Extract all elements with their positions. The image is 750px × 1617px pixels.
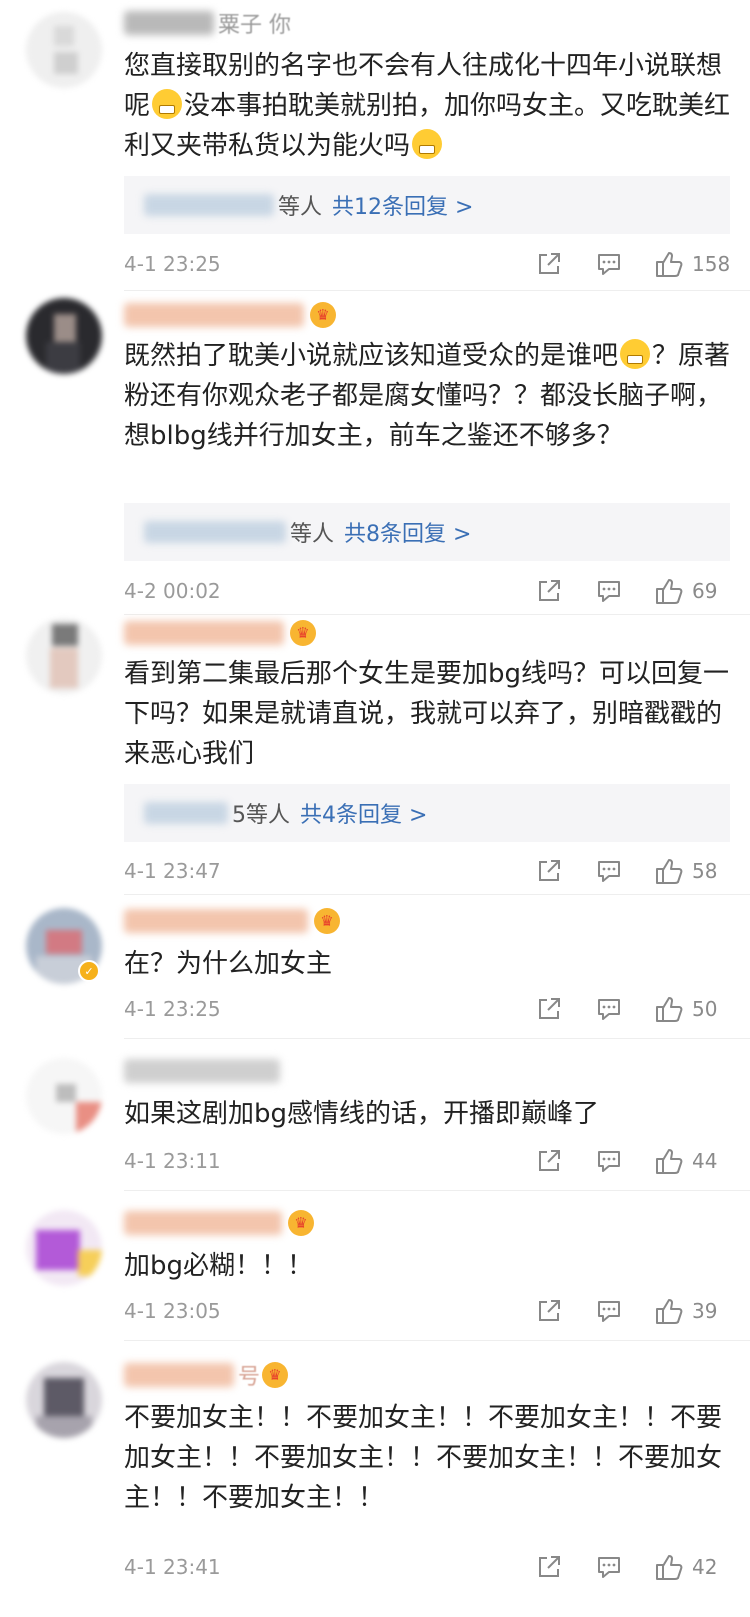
like-count: 44 [692, 1149, 718, 1173]
username[interactable]: ♛ [124, 1208, 314, 1238]
crown-badge-icon: ♛ [314, 908, 340, 934]
reply-authors: 等人 [290, 522, 335, 547]
comment-meta: 4-1 23:41 42 [124, 1550, 732, 1584]
thumbs-up-icon[interactable] [652, 992, 686, 1026]
comment-icon[interactable] [592, 1144, 626, 1178]
divider [124, 290, 750, 291]
username[interactable]: 号 ♛ [124, 1360, 289, 1390]
share-icon[interactable] [532, 1294, 566, 1328]
like-count: 158 [692, 252, 731, 276]
comment-icon[interactable] [592, 247, 626, 281]
timestamp: 4-1 23:05 [124, 1299, 221, 1323]
comment-meta: 4-2 00:02 69 [124, 574, 732, 608]
grin-emoji-icon [620, 339, 651, 369]
crown-badge-icon: ♛ [290, 620, 316, 646]
like-count: 69 [692, 579, 718, 603]
reply-authors: 5等人 [232, 803, 290, 828]
username[interactable]: ♛ [124, 618, 316, 648]
thumbs-up-icon[interactable] [652, 1550, 686, 1584]
comment-text: 您直接取别的名字也不会有人往成化十四年小说联想呢 没本事拍耽美就别拍，加你吗女主。… [124, 51, 731, 161]
divider [124, 894, 750, 895]
reply-authors: 等人 [278, 195, 323, 220]
comment-icon[interactable] [592, 1294, 626, 1328]
username[interactable] [124, 1056, 284, 1086]
comment-text: 不要加女主！！不要加女主！！不要加女主！！不要加女主！！不要加女主！！不要加女主… [124, 1403, 723, 1513]
username[interactable]: ♛ [124, 300, 336, 330]
crown-badge-icon: ♛ [310, 302, 336, 328]
thumbs-up-icon[interactable] [652, 854, 686, 888]
verified-badge-icon: ✓ [78, 960, 100, 982]
comment-meta: 4-1 23:25 158 [124, 247, 732, 281]
thumbs-up-icon[interactable] [652, 574, 686, 608]
comment-meta: 4-1 23:11 44 [124, 1144, 732, 1178]
timestamp: 4-1 23:47 [124, 859, 221, 883]
comment-text: 既然拍了耽美小说就应该知道受众的是谁吧 ？原著粉还有你观众老子都是腐女懂吗？？都没… [124, 339, 731, 451]
avatar[interactable] [26, 12, 102, 88]
replies-link[interactable]: 等人 共12条回复 > [124, 176, 730, 234]
thumbs-up-icon[interactable] [652, 1294, 686, 1328]
smile-emoji-icon [152, 89, 183, 119]
divider [124, 1340, 750, 1341]
comment-icon[interactable] [592, 574, 626, 608]
comment-icon[interactable] [592, 1550, 626, 1584]
avatar[interactable] [26, 298, 102, 374]
comment-text: 在？为什么加女主 [124, 949, 333, 979]
share-icon[interactable] [532, 574, 566, 608]
share-icon[interactable] [532, 1550, 566, 1584]
like-count: 58 [692, 859, 718, 883]
share-icon[interactable] [532, 1144, 566, 1178]
comment-text: 如果这剧加bg感情线的话，开播即巅峰了 [124, 1099, 600, 1129]
timestamp: 4-2 00:02 [124, 579, 221, 603]
timestamp: 4-1 23:25 [124, 252, 221, 276]
comment-icon[interactable] [592, 854, 626, 888]
divider [124, 1190, 750, 1191]
grin-emoji-icon [412, 129, 443, 159]
replies-link[interactable]: 5等人 共4条回复 > [124, 784, 730, 842]
comment-text: 加bg必糊！！！ [124, 1251, 314, 1281]
thumbs-up-icon[interactable] [652, 247, 686, 281]
username[interactable]: ♛ [124, 906, 340, 936]
replies-link[interactable]: 等人 共8条回复 > [124, 503, 730, 561]
thumbs-up-icon[interactable] [652, 1144, 686, 1178]
timestamp: 4-1 23:25 [124, 997, 221, 1021]
crown-badge-icon: ♛ [262, 1362, 289, 1388]
avatar[interactable] [26, 1058, 102, 1134]
reply-count[interactable]: 共8条回复 > [344, 516, 471, 548]
timestamp: 4-1 23:41 [124, 1555, 221, 1579]
comment-feed: 粟子 你 您直接取别的名字也不会有人往成化十四年小说联想呢 没本事拍耽美就别拍，加… [0, 0, 750, 1617]
comment-text: 看到第二集最后那个女生是要加bg线吗？可以回复一下吗？如果是就请直说，我就可以弃… [124, 659, 730, 769]
like-count: 39 [692, 1299, 718, 1323]
like-count: 50 [692, 997, 718, 1021]
avatar[interactable] [26, 618, 102, 694]
comment-meta: 4-1 23:05 39 [124, 1294, 732, 1328]
crown-badge-icon: ♛ [288, 1210, 314, 1236]
username[interactable]: 粟子 你 [124, 8, 291, 38]
divider [124, 1038, 750, 1039]
share-icon[interactable] [532, 992, 566, 1026]
share-icon[interactable] [532, 854, 566, 888]
comment-icon[interactable] [592, 992, 626, 1026]
comment-meta: 4-1 23:47 58 [124, 854, 732, 888]
divider [124, 614, 750, 615]
like-count: 42 [692, 1555, 718, 1579]
share-icon[interactable] [532, 247, 566, 281]
avatar[interactable] [26, 1210, 102, 1286]
reply-count[interactable]: 共12条回复 > [332, 189, 473, 221]
timestamp: 4-1 23:11 [124, 1149, 221, 1173]
avatar[interactable] [26, 1362, 102, 1438]
reply-count[interactable]: 共4条回复 > [300, 797, 427, 829]
comment-meta: 4-1 23:25 50 [124, 992, 732, 1026]
